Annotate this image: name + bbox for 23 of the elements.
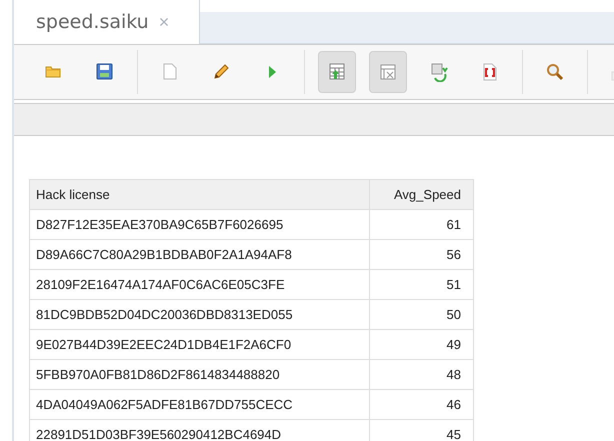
column-header: Avg_Speed	[370, 180, 474, 210]
table-cell: 50	[370, 300, 474, 330]
table-refresh-icon	[429, 62, 449, 82]
table-cell: 48	[370, 360, 474, 390]
table-cell: D827F12E35EAE370BA9C65B7F6026695	[30, 210, 370, 240]
table-cell: 51	[370, 270, 474, 300]
table-cell: 9E027B44D39E2EEC24D1DB4E1F2A6CF0	[30, 330, 370, 360]
column-header: Hack license	[30, 180, 370, 210]
save-icon	[95, 62, 115, 82]
table-cell: D89A66C7C80A29B1BDBAB0F2A1A94AF8	[30, 240, 370, 270]
toolbar-button[interactable]	[318, 51, 356, 93]
table-cell: 49	[370, 330, 474, 360]
table-cell: 28109F2E16474A174AF0C6AC6E05C3FE	[30, 270, 370, 300]
table-cell: 81DC9BDB52D04DC20036DBD8313ED055	[30, 300, 370, 330]
table-cell: 46	[370, 390, 474, 420]
table-cell: 22891D51D03BF39E560290412BC4694D	[30, 420, 370, 441]
table-cross-icon	[378, 62, 398, 82]
search-icon	[545, 62, 565, 82]
tab-title[interactable]: speed.saiku	[36, 11, 149, 33]
table-cell: 56	[370, 240, 474, 270]
table-cell: 5FBB970A0FB81D86D2F8614834488820	[30, 360, 370, 390]
table-cell: 61	[370, 210, 474, 240]
table-cell: 4DA04049A062F5ADFE81B67DD755CECC	[30, 390, 370, 420]
